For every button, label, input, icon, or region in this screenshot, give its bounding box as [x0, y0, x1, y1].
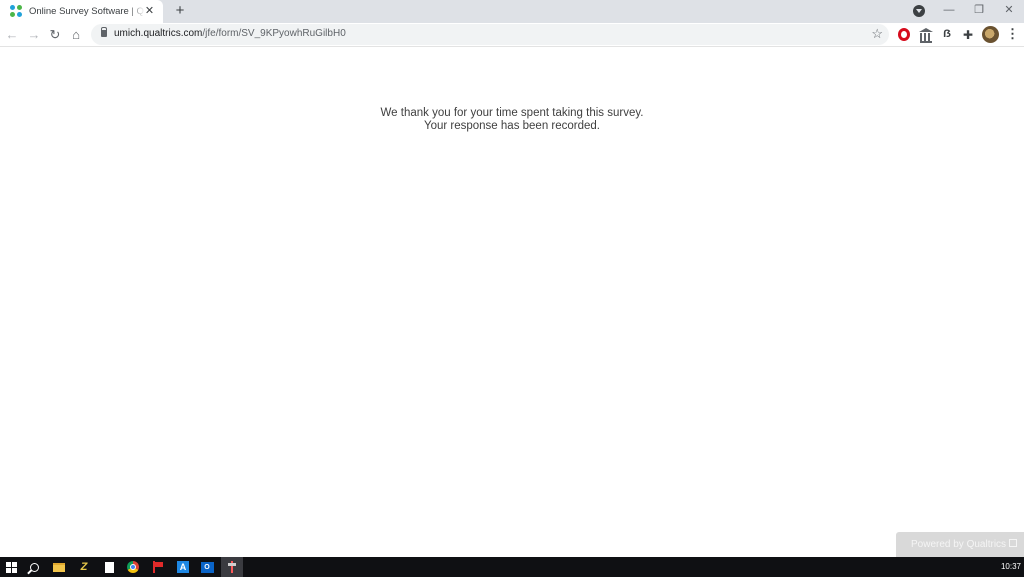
- start-button[interactable]: [0, 557, 22, 577]
- reload-icon[interactable]: ↻: [47, 27, 63, 43]
- survey-page: We thank you for your time spent taking …: [0, 48, 1024, 557]
- tab-strip: Online Survey Software | Qualtrics Surve…: [0, 0, 1024, 23]
- a-app-icon: A: [177, 561, 189, 573]
- taskbar-file-explorer[interactable]: [48, 557, 70, 577]
- tab-search-icon[interactable]: [913, 5, 925, 17]
- notepad-icon: [104, 561, 114, 573]
- taskbar-flag-app[interactable]: [147, 557, 169, 577]
- folder-icon: [53, 562, 65, 572]
- chrome-icon: [127, 561, 139, 573]
- taskbar-app-z[interactable]: Z: [73, 557, 95, 577]
- windows-logo-icon: [5, 561, 17, 573]
- minimize-button[interactable]: —: [939, 2, 959, 18]
- tab-title: Online Survey Software | Qualtrics Surve…: [29, 6, 145, 17]
- pin-app-icon: [228, 561, 236, 573]
- address-bar[interactable]: umich.qualtrics.com/jfe/form/SV_9KPyowhR…: [91, 24, 889, 45]
- taskbar-outlook[interactable]: O: [196, 557, 218, 577]
- taskbar-a-app[interactable]: A: [172, 557, 194, 577]
- end-of-survey-message: We thank you for your time spent taking …: [0, 107, 1024, 133]
- new-tab-button[interactable]: +: [172, 3, 188, 19]
- close-icon[interactable]: ✕: [143, 5, 156, 18]
- back-icon[interactable]: ←: [4, 27, 20, 43]
- lock-icon[interactable]: [101, 27, 107, 37]
- browser-window: Online Survey Software | Qualtrics Surve…: [0, 0, 1024, 577]
- taskbar: Z A O 10:37: [0, 557, 1024, 577]
- bank-extension-icon[interactable]: [919, 28, 933, 43]
- taskbar-notepad[interactable]: [98, 557, 120, 577]
- taskbar-clock[interactable]: 10:37: [1001, 557, 1021, 577]
- flag-icon: [153, 561, 163, 573]
- opera-extension-icon[interactable]: [898, 28, 910, 41]
- restore-button[interactable]: ❐: [969, 2, 989, 18]
- outlook-icon: O: [200, 561, 214, 573]
- response-recorded-line: Your response has been recorded.: [423, 120, 601, 132]
- tab-survey[interactable]: Online Survey Software | Qualtrics Surve…: [0, 0, 163, 23]
- taskbar-search-button[interactable]: [23, 557, 45, 577]
- powered-by-label: Powered by Qualtrics: [911, 539, 1007, 550]
- url-text[interactable]: umich.qualtrics.com/jfe/form/SV_9KPyowhR…: [114, 28, 346, 39]
- extensions-puzzle-icon[interactable]: ✚: [961, 27, 975, 42]
- external-link-icon: [1009, 539, 1018, 547]
- search-icon: [29, 562, 39, 572]
- powered-by-qualtrics-link[interactable]: Powered by Qualtrics: [896, 532, 1024, 557]
- thank-you-line: We thank you for your time spent taking …: [380, 107, 644, 119]
- bookmark-star-icon[interactable]: ☆: [871, 26, 883, 42]
- forward-icon[interactable]: →: [26, 27, 42, 43]
- menu-icon[interactable]: ⋮: [1006, 26, 1019, 42]
- browser-toolbar: ← → ↻ ⌂ umich.qualtrics.com/jfe/form/SV_…: [0, 23, 1024, 47]
- home-icon[interactable]: ⌂: [68, 27, 84, 43]
- b-extension-icon[interactable]: ẞ: [940, 26, 954, 40]
- taskbar-pin-app[interactable]: [221, 557, 243, 577]
- profile-avatar[interactable]: [982, 26, 999, 43]
- qualtrics-favicon-icon: [10, 5, 23, 18]
- z-app-icon: Z: [80, 561, 88, 573]
- taskbar-chrome[interactable]: [122, 557, 144, 577]
- close-window-button[interactable]: ✕: [999, 2, 1019, 18]
